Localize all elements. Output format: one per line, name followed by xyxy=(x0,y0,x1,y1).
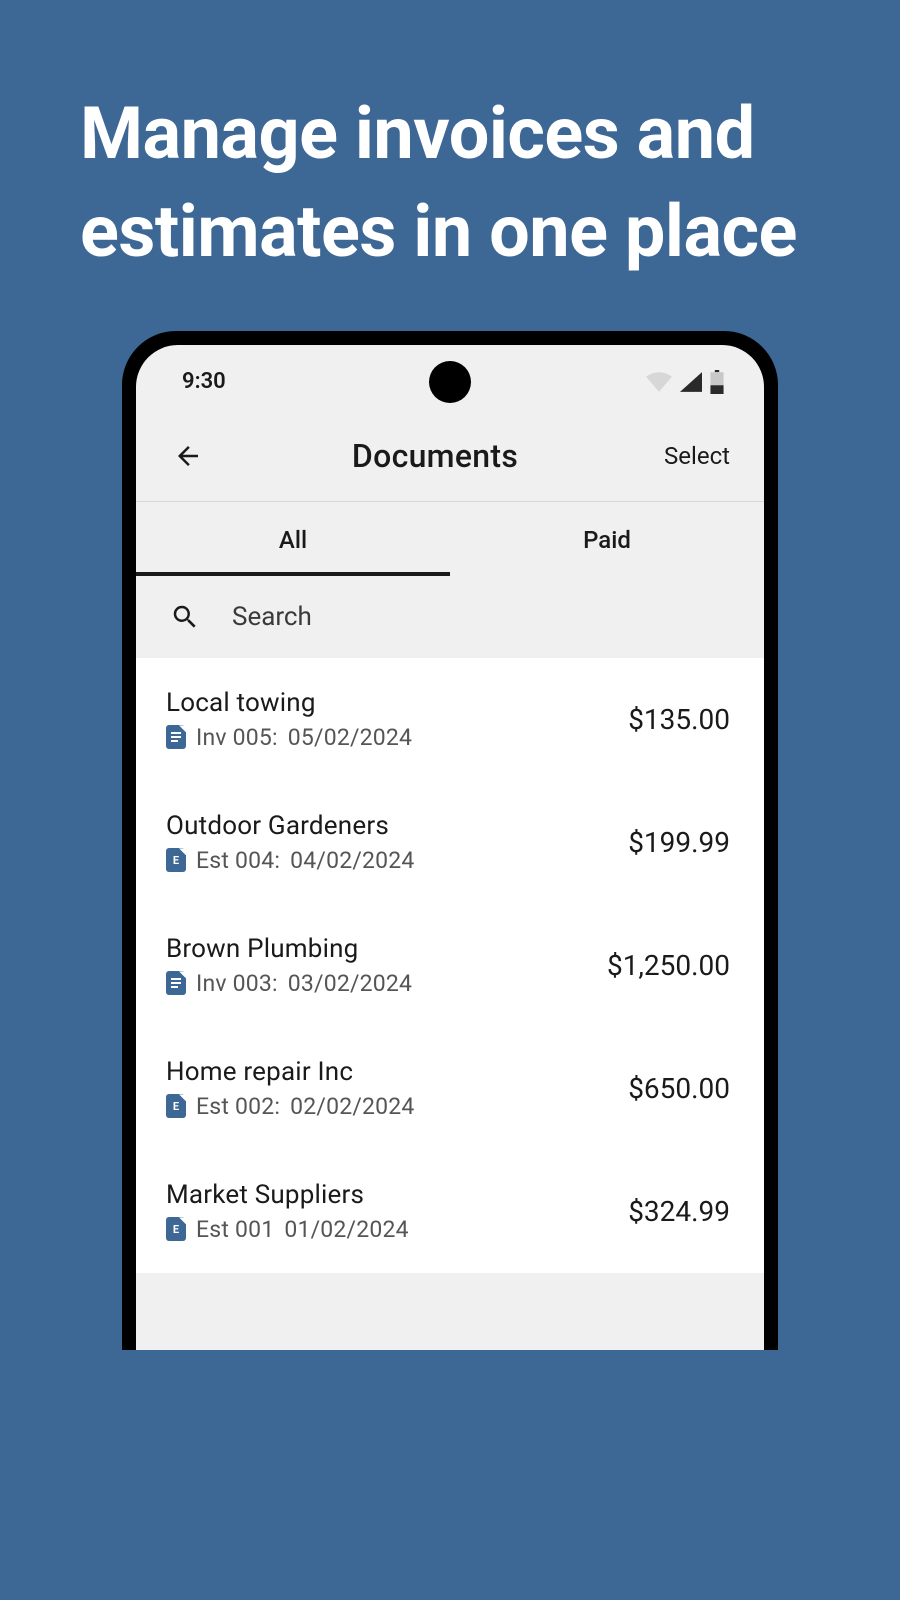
search-icon xyxy=(170,602,200,632)
tab-all[interactable]: All xyxy=(136,502,450,576)
list-item[interactable]: Home repair Inc E Est 002: 02/02/2024 $6… xyxy=(136,1027,764,1150)
doc-title: Market Suppliers xyxy=(166,1180,409,1210)
doc-date: 05/02/2024 xyxy=(288,724,412,751)
doc-amount: $135.00 xyxy=(628,703,730,736)
tab-paid[interactable]: Paid xyxy=(450,502,764,576)
doc-title: Outdoor Gardeners xyxy=(166,811,415,841)
invoice-icon xyxy=(166,725,186,749)
doc-title: Home repair Inc xyxy=(166,1057,415,1087)
select-button[interactable]: Select xyxy=(664,442,736,470)
doc-title: Local towing xyxy=(166,688,412,718)
doc-date: 04/02/2024 xyxy=(290,847,414,874)
doc-code: Est 002: xyxy=(196,1093,280,1120)
doc-amount: $324.99 xyxy=(628,1195,730,1228)
doc-code: Est 001 xyxy=(196,1216,274,1243)
list-item[interactable]: Market Suppliers E Est 001 01/02/2024 $3… xyxy=(136,1150,764,1273)
estimate-icon: E xyxy=(166,1094,186,1118)
signal-icon xyxy=(680,372,702,392)
phone-frame: 9:30 Documents Select All Paid Search xyxy=(122,331,778,1350)
document-list: Local towing Inv 005: 05/02/2024 $135.00… xyxy=(136,658,764,1273)
estimate-icon: E xyxy=(166,1217,186,1241)
search-row[interactable]: Search xyxy=(136,576,764,658)
doc-amount: $199.99 xyxy=(628,826,730,859)
back-button[interactable] xyxy=(170,438,206,474)
app-bar: Documents Select xyxy=(136,419,764,501)
invoice-icon xyxy=(166,971,186,995)
doc-date: 02/02/2024 xyxy=(290,1093,414,1120)
battery-icon xyxy=(710,370,724,394)
hero-section: Manage invoices and estimates in one pla… xyxy=(0,0,900,331)
doc-code: Inv 005: xyxy=(196,724,278,751)
doc-code: Est 004: xyxy=(196,847,280,874)
page-title: Documents xyxy=(206,437,664,475)
camera-hole xyxy=(429,361,471,403)
list-item[interactable]: Local towing Inv 005: 05/02/2024 $135.00 xyxy=(136,658,764,781)
search-placeholder: Search xyxy=(232,602,312,632)
tabs: All Paid xyxy=(136,501,764,576)
doc-amount: $1,250.00 xyxy=(607,949,730,982)
doc-date: 01/02/2024 xyxy=(284,1216,408,1243)
status-time: 9:30 xyxy=(182,369,226,394)
doc-amount: $650.00 xyxy=(628,1072,730,1105)
status-bar: 9:30 xyxy=(136,345,764,419)
list-item[interactable]: Outdoor Gardeners E Est 004: 04/02/2024 … xyxy=(136,781,764,904)
phone-screen: 9:30 Documents Select All Paid Search xyxy=(136,345,764,1350)
wifi-icon xyxy=(646,372,672,392)
list-item[interactable]: Brown Plumbing Inv 003: 03/02/2024 $1,25… xyxy=(136,904,764,1027)
hero-title: Manage invoices and estimates in one pla… xyxy=(80,85,820,281)
doc-title: Brown Plumbing xyxy=(166,934,412,964)
arrow-left-icon xyxy=(173,441,203,471)
doc-code: Inv 003: xyxy=(196,970,278,997)
estimate-icon: E xyxy=(166,848,186,872)
doc-date: 03/02/2024 xyxy=(288,970,412,997)
status-icons xyxy=(646,370,724,394)
